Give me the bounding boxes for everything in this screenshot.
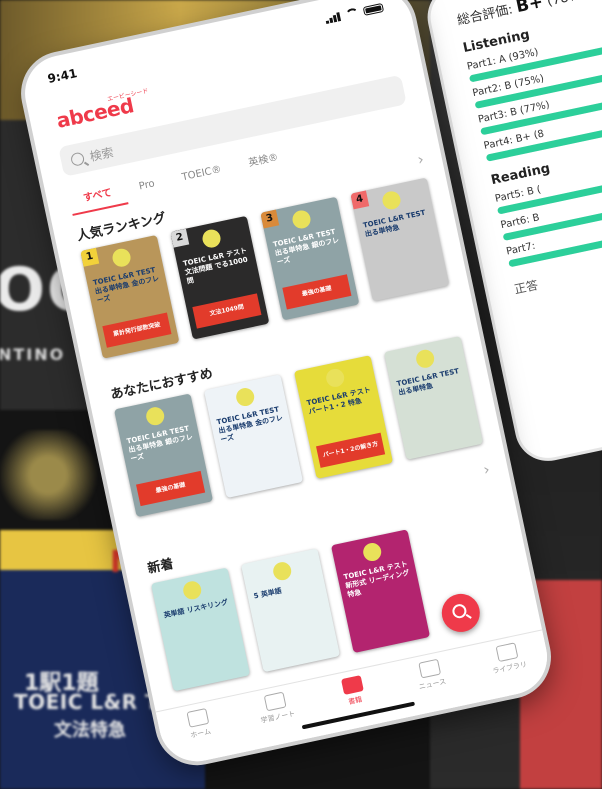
book-cover[interactable]: TOEIC L&R TEST 出る単特急 銀のフレーズ最強の基礎 [113, 393, 214, 518]
signal-icon [324, 11, 342, 25]
status-icons [324, 2, 385, 25]
book-title: TOEIC L&R TEST 出る単特急 金のフレーズ [92, 266, 160, 305]
book-icon [340, 675, 364, 696]
rank-badge: 2 [170, 228, 190, 248]
cover-emblem [181, 579, 203, 601]
cover-emblem [361, 541, 383, 563]
book-title: TOEIC L&R TEST 出る単特急 [396, 367, 460, 397]
notebook-icon [263, 691, 287, 712]
search-placeholder: 検索 [88, 144, 115, 164]
book-band: 文法1049問 [192, 293, 262, 329]
overall-label: 総合評価: [455, 2, 515, 29]
wifi-icon [344, 7, 360, 20]
cover-emblem [271, 560, 293, 582]
new-title: 新着 [146, 556, 175, 577]
tab-eiken[interactable]: 英検® [233, 143, 295, 179]
cover-emblem [324, 367, 346, 389]
book-band: 最強の基礎 [282, 274, 352, 310]
recommend-shelf: TOEIC L&R TEST 出る単特急 銀のフレーズ 最強の基礎 TOEIC L&… [113, 322, 548, 518]
book-title: 英単語 リスキリング [163, 598, 229, 620]
book-cover[interactable]: 1 TOEIC L&R TEST 出る単特急 金のフレーズ累計発行部数突破 [80, 234, 180, 359]
book-band: 最強の基礎 [136, 470, 206, 507]
home-icon [185, 708, 209, 728]
cover-emblem [414, 348, 436, 370]
book-cover[interactable]: TOEIC L&R テスト パート1・2 特急パート1・2の解き方 [293, 355, 394, 479]
book-title: TOEIC L&R テスト 新形式 リーディング特急 [343, 560, 411, 599]
status-time: 9:41 [46, 66, 79, 86]
tab-pro[interactable]: Pro [123, 170, 171, 203]
cover-emblem [290, 208, 313, 231]
rank-badge: 4 [350, 190, 370, 210]
chevron-right-icon[interactable]: › [482, 460, 492, 479]
book-cover[interactable]: 2 TOEIC L&R テスト 文法問題 でる1000問文法1049問 [170, 215, 270, 340]
news-icon [417, 658, 441, 679]
overall-percent: (78% [546, 0, 582, 10]
book-title: TOEIC L&R テスト 文法問題 でる1000問 [182, 246, 249, 286]
book-cover[interactable]: 5 英単語 [240, 548, 341, 673]
poster-subtitle: NTINO [0, 345, 66, 364]
book-band: 累計発行部数突破 [102, 312, 172, 348]
book-line-3: 文法特急 [54, 720, 126, 741]
book-title: TOEIC L&R TEST 出る単特急 金のフレーズ [216, 405, 284, 445]
magnifier-icon [451, 602, 468, 620]
book-cover[interactable]: TOEIC L&R TEST 出る単特急 [383, 336, 484, 460]
book-cover[interactable]: TOEIC L&R テスト 新形式 リーディング特急 [330, 529, 431, 654]
book-band: パート1・2の解き方 [316, 432, 386, 468]
book-title: TOEIC L&R TEST 出る単特急 銀のフレーズ [126, 424, 194, 464]
cover-emblem [110, 247, 133, 269]
cover-emblem [200, 227, 223, 250]
battery-icon [362, 2, 385, 16]
score-sections: Listening Part1: A (93%) Part2: B (75%) Par… [462, 0, 602, 268]
tab-toeic[interactable]: TOEIC® [166, 155, 238, 193]
book-cover[interactable]: 4 TOEIC L&R TEST 出る単特急 [350, 177, 450, 302]
tab-all[interactable]: すべて [67, 178, 129, 216]
cover-emblem [234, 386, 256, 408]
overall-grade: B+ [514, 0, 545, 18]
book-cover[interactable]: 3 TOEIC L&R TEST 出る単特急 銀のフレーズ最強の基礎 [260, 196, 360, 321]
chevron-right-icon[interactable]: › [416, 150, 426, 169]
book-cover[interactable]: 英単語 リスキリング [150, 567, 251, 692]
book-title: TOEIC L&R TEST 出る単特急 銀のフレーズ [272, 227, 340, 267]
book-title: TOEIC L&R TEST 出る単特急 [362, 208, 427, 239]
cover-emblem [144, 405, 166, 427]
cover-emblem [380, 189, 403, 211]
book-title: 5 英単語 [253, 586, 283, 601]
search-icon [69, 150, 86, 167]
rank-badge: 1 [80, 247, 100, 267]
book-cover[interactable]: TOEIC L&R TEST 出る単特急 金のフレーズ [203, 374, 304, 499]
rank-badge: 3 [260, 209, 280, 229]
book-title: TOEIC L&R テスト パート1・2 特急 [306, 385, 372, 417]
library-icon [495, 642, 518, 663]
